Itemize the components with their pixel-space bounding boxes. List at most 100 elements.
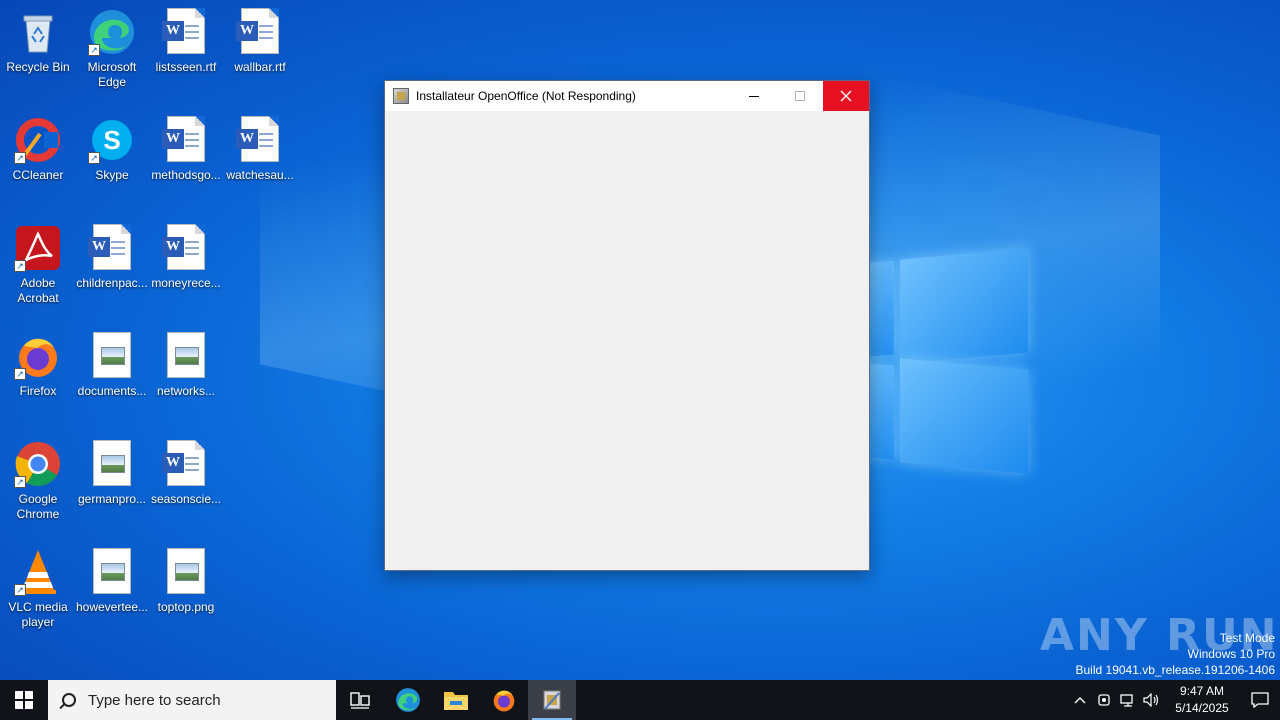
firefox-icon: ↗ — [14, 332, 62, 380]
desktop-icon-label: listsseen.rtf — [155, 60, 217, 74]
word-document-icon: W — [236, 8, 284, 56]
chevron-up-icon — [1074, 697, 1086, 704]
minimize-button[interactable] — [731, 81, 777, 111]
system-tray: 9:47 AM 5/14/2025 — [1068, 680, 1280, 720]
desktop-icon-label: VLC media player — [8, 600, 68, 629]
desktop-icon-label: documents... — [77, 384, 147, 398]
show-hidden-icons-button[interactable] — [1068, 680, 1092, 720]
search-icon — [62, 693, 76, 707]
desktop-icon-image-file[interactable]: howevertee... — [74, 548, 150, 615]
maximize-button[interactable] — [777, 81, 823, 111]
tray-app-button[interactable] — [1092, 680, 1116, 720]
window-content — [385, 111, 869, 570]
desktop-icon-word-document[interactable]: W childrenpac... — [74, 224, 150, 291]
window-titlebar[interactable]: Installateur OpenOffice (Not Responding) — [385, 81, 869, 111]
desktop-icon-label: wallbar.rtf — [234, 60, 286, 74]
desktop-icon-image-file[interactable]: toptop.png — [148, 548, 224, 615]
chrome-icon: ↗ — [14, 440, 62, 488]
firefox-icon — [493, 690, 515, 712]
taskbar-installer-button[interactable] — [528, 680, 576, 720]
windows-logo-wallpaper — [860, 240, 1030, 480]
desktop-icon-label: Recycle Bin — [6, 60, 70, 74]
desktop-icon-skype[interactable]: S ↗ Skype — [74, 116, 150, 183]
windows-start-icon — [15, 691, 33, 709]
clock-time: 9:47 AM — [1179, 684, 1225, 698]
desktop-icon-label: moneyrece... — [151, 276, 221, 290]
desktop-icon-label: howevertee... — [75, 600, 149, 614]
desktop-icon-adobe-acrobat[interactable]: ↗ Adobe Acrobat — [0, 224, 76, 306]
vlc-icon: ↗ — [14, 548, 62, 596]
desktop-icon-word-document[interactable]: W wallbar.rtf — [222, 8, 298, 75]
edge-icon: ↗ — [88, 8, 136, 56]
installer-window[interactable]: Installateur OpenOffice (Not Responding) — [384, 80, 870, 571]
word-document-icon: W — [236, 116, 284, 164]
svg-text:S: S — [103, 125, 120, 155]
tray-app-icon — [1098, 694, 1110, 706]
recycle-bin-icon — [14, 8, 62, 56]
taskbar: Type here to search 9:47 AM 5/14/2025 — [0, 680, 1280, 720]
installer-icon — [393, 88, 409, 104]
desktop-icon-ccleaner[interactable]: ↗ CCleaner — [0, 116, 76, 183]
desktop-icon-firefox[interactable]: ↗ Firefox — [0, 332, 76, 399]
skype-icon: S ↗ — [88, 116, 136, 164]
minimize-icon — [749, 95, 759, 97]
taskbar-clock[interactable]: 9:47 AM 5/14/2025 — [1164, 683, 1240, 717]
task-view-button[interactable] — [336, 680, 384, 720]
taskbar-search-box[interactable]: Type here to search — [48, 680, 336, 720]
desktop-icon-microsoft-edge[interactable]: ↗ Microsoft Edge — [74, 8, 150, 90]
network-icon — [1120, 694, 1133, 707]
volume-button[interactable] — [1140, 680, 1164, 720]
installer-icon — [543, 690, 561, 710]
test-mode-label: Test Mode — [1219, 631, 1275, 645]
desktop-icon-image-file[interactable]: documents... — [74, 332, 150, 399]
desktop-icon-word-document[interactable]: W moneyrece... — [148, 224, 224, 291]
desktop-icon-label: Microsoft Edge — [87, 60, 137, 89]
desktop-icon-label: toptop.png — [157, 600, 215, 614]
desktop-icon-recycle-bin[interactable]: Recycle Bin — [0, 8, 76, 75]
test-mode-notice: Test Mode Windows 10 Pro Build 19041.vb_… — [1076, 630, 1276, 678]
maximize-icon — [795, 91, 805, 101]
image-file-icon — [88, 440, 136, 488]
desktop-icon-label: childrenpac... — [76, 276, 148, 290]
network-button[interactable] — [1116, 680, 1140, 720]
image-file-icon — [162, 332, 210, 380]
desktop-icon-label: networks... — [156, 384, 216, 398]
word-document-icon: W — [88, 224, 136, 272]
taskbar-firefox-button[interactable] — [480, 680, 528, 720]
image-file-icon — [88, 332, 136, 380]
desktop-icon-vlc[interactable]: ↗ VLC media player — [0, 548, 76, 630]
desktop-icon-google-chrome[interactable]: ↗ Google Chrome — [0, 440, 76, 522]
taskbar-edge-button[interactable] — [384, 680, 432, 720]
desktop-icon-label: methodsgo... — [151, 168, 221, 182]
volume-icon — [1143, 693, 1159, 707]
taskbar-file-explorer-button[interactable] — [432, 680, 480, 720]
desktop-icon-label: Adobe Acrobat — [17, 276, 59, 305]
desktop-icon-label: seasonscie... — [150, 492, 222, 506]
desktop-icon-image-file[interactable]: networks... — [148, 332, 224, 399]
windows-build-label: Build 19041.vb_release.191206-1406 — [1075, 663, 1276, 677]
clock-date: 5/14/2025 — [1175, 701, 1229, 715]
ccleaner-icon: ↗ — [14, 116, 62, 164]
desktop-icon-label: germanpro... — [77, 492, 147, 506]
image-file-icon — [162, 548, 210, 596]
start-button[interactable] — [0, 680, 48, 720]
action-center-button[interactable] — [1240, 680, 1280, 720]
notification-icon — [1251, 692, 1269, 708]
desktop-icon-label: Skype — [95, 168, 129, 182]
desktop-icon-label: CCleaner — [12, 168, 64, 182]
file-explorer-icon — [444, 692, 468, 710]
word-document-icon: W — [162, 224, 210, 272]
acrobat-icon: ↗ — [14, 224, 62, 272]
desktop-icon-image-file[interactable]: germanpro... — [74, 440, 150, 507]
word-document-icon: W — [162, 116, 210, 164]
desktop-icon-word-document[interactable]: W methodsgo... — [148, 116, 224, 183]
search-placeholder: Type here to search — [88, 691, 221, 709]
close-icon — [840, 90, 852, 102]
word-document-icon: W — [162, 8, 210, 56]
desktop-icon-word-document[interactable]: W listsseen.rtf — [148, 8, 224, 75]
desktop-icon-word-document[interactable]: W watchesau... — [222, 116, 298, 183]
window-title: Installateur OpenOffice (Not Responding) — [416, 89, 636, 103]
close-button[interactable] — [823, 81, 869, 111]
desktop-icon-word-document[interactable]: W seasonscie... — [148, 440, 224, 507]
word-document-icon: W — [162, 440, 210, 488]
